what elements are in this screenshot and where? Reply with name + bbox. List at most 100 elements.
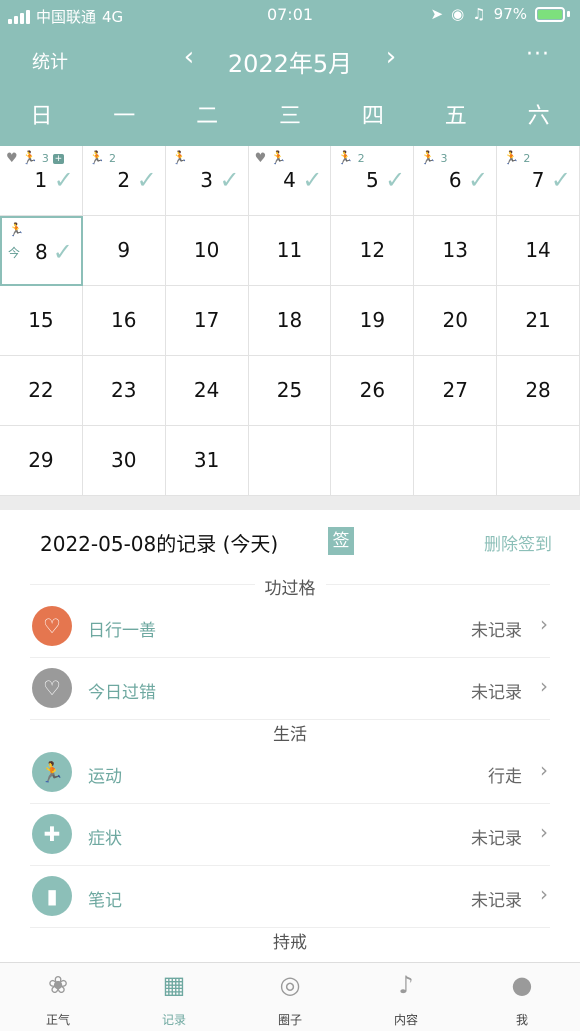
record-row-notes[interactable]: ▮ 笔记 未记录 ›	[30, 866, 550, 928]
calendar-day[interactable]: 17	[165, 286, 249, 356]
more-icon[interactable]: ···	[526, 42, 550, 67]
check-icon: ✓	[550, 166, 571, 194]
calendar-day[interactable]: 19	[331, 286, 415, 356]
weekday-label: 五	[444, 104, 467, 129]
calendar-day[interactable]: 29	[0, 426, 83, 496]
calendar-day[interactable]: 24	[165, 356, 249, 426]
record-row-exercise[interactable]: 🏃 运动 行走 ›	[30, 742, 550, 804]
row-value: 未记录	[471, 829, 522, 849]
month-nav: 统计 ‹ 2022年5月 › ···	[0, 38, 580, 82]
records-header: 2022-05-08的记录 (今天) 签 删除签到	[40, 526, 552, 560]
broken-heart-icon: ♥	[6, 151, 18, 166]
calendar-day[interactable]: 9	[82, 216, 166, 286]
calendar-day[interactable]: 21	[497, 286, 580, 356]
calendar-day[interactable]: 🏃 今 8 ✓	[0, 216, 83, 286]
calendar-day[interactable]: 26	[331, 356, 415, 426]
running-icon: 🏃	[270, 151, 287, 166]
tab-zhengqi[interactable]: ❀ 正气	[0, 963, 116, 1031]
day-number: 30	[111, 448, 137, 472]
running-icon: 🏃	[503, 151, 520, 166]
calendar-day[interactable]: 20	[414, 286, 498, 356]
circle-icon: ◎	[279, 971, 301, 999]
calendar-day[interactable]: 10	[165, 216, 249, 286]
chevron-left-icon[interactable]: ‹	[174, 42, 204, 72]
orientation-lock-icon: ◉	[451, 5, 465, 23]
check-icon: ✓	[468, 166, 489, 194]
calendar-day[interactable]: 25	[248, 356, 332, 426]
status-bar: 中国联通 4G 07:01 ➤ ◉ ♫ 97%	[0, 0, 580, 30]
day-number: 16	[111, 308, 137, 332]
calendar-day[interactable]: 12	[331, 216, 415, 286]
calendar-day[interactable]: 14	[497, 216, 580, 286]
calendar-day[interactable]: 18	[248, 286, 332, 356]
records-title: 2022-05-08的记录 (今天)	[40, 532, 279, 556]
lotus-icon: ❀	[47, 971, 69, 999]
weekday-label: 日	[30, 104, 53, 129]
calendar-day[interactable]: 28	[497, 356, 580, 426]
day-number: 20	[442, 308, 468, 332]
day-number: 12	[359, 238, 386, 262]
day-number: 15	[28, 308, 54, 332]
chevron-right-icon: ›	[540, 758, 548, 782]
tab-label: 记录	[161, 1013, 186, 1027]
check-icon: ✓	[52, 238, 73, 266]
calendar-day[interactable]: 🏃 2 2 ✓	[82, 146, 166, 216]
section-title-precepts: 持戒	[0, 928, 580, 953]
calendar-day[interactable]: 23	[82, 356, 166, 426]
calendar-day[interactable]: 30	[82, 426, 166, 496]
weekday-label: 一	[113, 104, 136, 129]
calendar-day[interactable]: 31	[165, 426, 249, 496]
record-row-symptom[interactable]: ✚ 症状 未记录 ›	[30, 804, 550, 866]
tab-content[interactable]: ♪ 内容	[348, 963, 464, 1031]
battery-percent: 97%	[493, 5, 527, 23]
row-label: 症状	[88, 829, 122, 849]
calendar-empty-cell	[331, 426, 415, 496]
calendar-day[interactable]: 🏃 2 7 ✓	[497, 146, 580, 216]
chevron-right-icon[interactable]: ›	[376, 42, 406, 72]
check-icon: ✓	[219, 166, 240, 194]
calendar-day[interactable]: ♥ 🏃 3 +1 ✓	[0, 146, 83, 216]
row-label: 运动	[88, 767, 122, 787]
calendar-day[interactable]: 🏃 2 5 ✓	[331, 146, 415, 216]
day-number: 28	[525, 378, 551, 402]
calendar-day[interactable]: 🏃 3 6 ✓	[414, 146, 498, 216]
calendar-day[interactable]: ♥ 🏃 4 ✓	[248, 146, 332, 216]
tab-bar: ❀ 正气 ▦ 记录 ◎ 圈子 ♪ 内容 ● 我	[0, 962, 580, 1031]
day-number: 11	[276, 238, 303, 262]
stats-button[interactable]: 统计	[32, 48, 68, 74]
day-number: 10	[193, 238, 220, 262]
delete-signin-button[interactable]: 删除签到	[484, 530, 552, 555]
calendar-day[interactable]: 13	[414, 216, 498, 286]
day-marks: 🏃 3	[420, 151, 447, 166]
medical-kit-icon: ✚	[32, 814, 72, 854]
running-icon: 🏃	[32, 752, 72, 792]
calendar-day[interactable]: 🏃 3 ✓	[165, 146, 249, 216]
calendar-day[interactable]: 27	[414, 356, 498, 426]
record-row-good-deed[interactable]: ♡ 日行一善 未记录 ›	[30, 596, 550, 658]
day-marks: 🏃	[8, 223, 24, 238]
day-number: 13	[442, 238, 468, 262]
records-panel: 2022-05-08的记录 (今天) 签 删除签到 功过格 ♡ 日行一善 未记录…	[0, 510, 580, 962]
day-number: 25	[276, 378, 303, 402]
music-note-icon: ♪	[398, 971, 414, 999]
calendar-day[interactable]: 15	[0, 286, 83, 356]
calendar-day[interactable]: 16	[82, 286, 166, 356]
tab-me[interactable]: ● 我	[464, 963, 580, 1031]
tab-circle[interactable]: ◎ 圈子	[232, 963, 348, 1031]
header: 中国联通 4G 07:01 ➤ ◉ ♫ 97% 统计 ‹ 2022年5月 › ·…	[0, 0, 580, 146]
running-icon: 🏃	[171, 151, 188, 166]
check-icon: ✓	[136, 166, 157, 194]
run-count: 2	[523, 152, 531, 165]
weekday-label: 二	[196, 104, 219, 129]
day-number: 29	[28, 448, 54, 472]
day-number: 22	[28, 378, 54, 402]
record-row-mistake[interactable]: ♡ 今日过错 未记录 ›	[30, 658, 550, 720]
row-value: 行走	[488, 767, 522, 787]
day-number: 31	[193, 448, 220, 472]
calendar-day[interactable]: 11	[248, 216, 332, 286]
calendar-day[interactable]: 22	[0, 356, 83, 426]
tab-records[interactable]: ▦ 记录	[116, 963, 232, 1031]
day-marks: ♥ 🏃	[255, 151, 287, 166]
day-number: 26	[359, 378, 386, 402]
sign-badge: 签	[328, 527, 354, 555]
